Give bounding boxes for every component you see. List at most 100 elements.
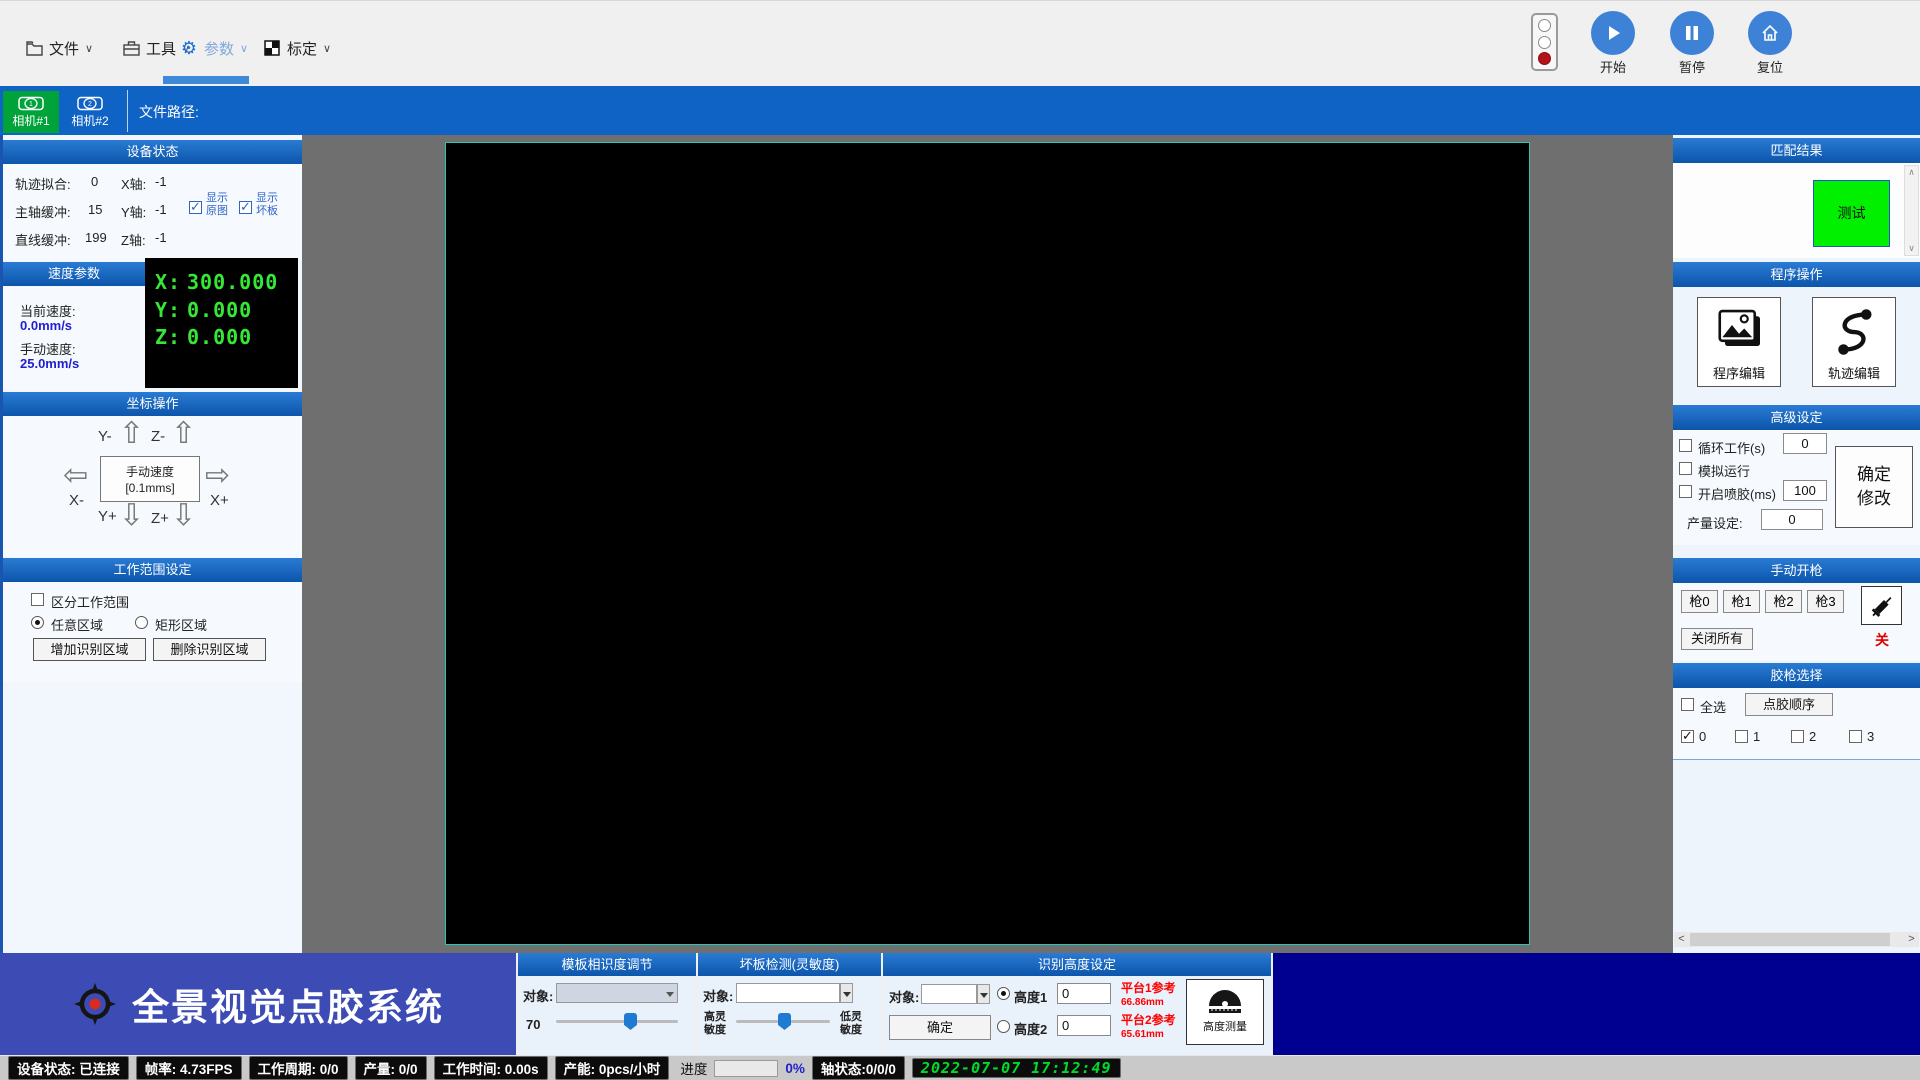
scroll-right-icon[interactable]: > xyxy=(1904,932,1919,947)
jog-x-minus-button[interactable]: ⇦ xyxy=(63,462,88,490)
loop-work-checkbox[interactable] xyxy=(1679,439,1692,452)
hscrollbar-thumb[interactable] xyxy=(1690,933,1890,946)
status-row-label: 主轴缓冲: xyxy=(15,202,71,221)
coordinate-display: X: 300.000 Y: 0.000 Z: 0.000 xyxy=(145,258,298,388)
bad-board-object-dropdown[interactable] xyxy=(736,983,840,1003)
jog-y-minus-button[interactable]: ⇧ xyxy=(119,420,144,448)
gun-select-3-checkbox[interactable] xyxy=(1849,730,1862,743)
show-bad-board-checkbox[interactable] xyxy=(239,201,252,214)
axis-value: -1 xyxy=(155,174,167,189)
platform1-ref-value: 66.86mm xyxy=(1121,996,1164,1009)
height1-input[interactable]: 0 xyxy=(1057,983,1111,1004)
tab-camera-2[interactable]: 2 相机#2 xyxy=(62,91,118,133)
jog-section: 坐标操作 Y- ⇧ Z- ⇧ ⇦ 手动速度 [0.1mms] ⇨ X- X+ Y… xyxy=(3,392,302,556)
scroll-down-icon[interactable]: ∨ xyxy=(1905,243,1918,254)
current-speed-value: 0.0mm/s xyxy=(20,318,72,333)
spray-input[interactable]: 100 xyxy=(1783,480,1827,501)
x-minus-label: X- xyxy=(69,492,84,509)
height1-label: 高度1 xyxy=(1014,987,1047,1006)
toolbar-separator xyxy=(127,90,128,132)
device-status-title: 设备状态 xyxy=(3,140,302,164)
height-panel-title: 识别高度设定 xyxy=(883,953,1271,976)
active-menu-underline xyxy=(163,76,249,84)
track-edit-button[interactable]: 轨迹编辑 xyxy=(1812,297,1896,387)
bad-board-dropdown-button[interactable] xyxy=(840,983,853,1003)
right-panel-hscrollbar[interactable]: < > xyxy=(1674,932,1919,947)
scroll-up-icon[interactable]: ∧ xyxy=(1905,167,1918,178)
lamp-top xyxy=(1538,19,1551,32)
program-edit-button[interactable]: 程序编辑 xyxy=(1697,297,1781,387)
reset-button[interactable]: 复位 xyxy=(1742,11,1798,76)
start-label: 开始 xyxy=(1585,57,1641,76)
loop-work-input[interactable]: 0 xyxy=(1783,433,1827,454)
speed-body: 当前速度: 0.0mm/s 手动速度: 25.0mm/s xyxy=(3,287,145,390)
folder-icon xyxy=(25,39,43,57)
any-region-radio[interactable] xyxy=(31,616,44,629)
height1-radio[interactable] xyxy=(997,987,1010,1000)
yield-setting-input[interactable]: 0 xyxy=(1761,509,1823,530)
dispense-order-button[interactable]: 点胶顺序 xyxy=(1745,693,1833,716)
template-object-dropdown[interactable] xyxy=(556,983,678,1003)
jog-z-plus-button[interactable]: ⇩ xyxy=(171,502,196,530)
match-result-scrollbar[interactable]: ∧ ∨ xyxy=(1904,165,1919,256)
camera-icon: 2 xyxy=(77,96,103,111)
yield-setting-label: 产量设定: xyxy=(1687,513,1743,532)
add-region-button[interactable]: 增加识别区域 xyxy=(33,638,146,661)
syringe-button[interactable] xyxy=(1861,586,1902,625)
height2-radio[interactable] xyxy=(997,1020,1010,1033)
camera-view[interactable] xyxy=(445,142,1530,945)
show-original-checkbox[interactable] xyxy=(189,201,202,214)
gear-icon: ⚙ xyxy=(180,39,198,57)
jog-speed-box: 手动速度 [0.1mms] xyxy=(100,456,200,502)
bad-board-sensitivity-slider[interactable] xyxy=(736,1013,830,1030)
delete-region-button[interactable]: 删除识别区域 xyxy=(153,638,266,661)
divide-range-checkbox[interactable] xyxy=(31,593,44,606)
template-similarity-slider[interactable] xyxy=(556,1013,678,1030)
jog-x-plus-button[interactable]: ⇨ xyxy=(205,462,230,490)
tab-camera-1[interactable]: 1 相机#1 xyxy=(3,91,59,133)
gun-select-body: 全选 点胶顺序 0 1 2 3 xyxy=(1673,688,1920,760)
gun-2-button[interactable]: 枪2 xyxy=(1765,590,1802,613)
work-range-section: 工作范围设定 区分工作范围 任意区域 矩形区域 增加识别区域 删除识别区域 xyxy=(3,558,302,682)
protractor-icon xyxy=(1205,984,1245,1014)
chevron-down-icon: ∨ xyxy=(85,42,93,55)
test-result-item[interactable]: 测试 xyxy=(1813,180,1890,247)
gun-1-button[interactable]: 枪1 xyxy=(1723,590,1760,613)
scroll-left-icon[interactable]: < xyxy=(1674,932,1689,947)
gun-select-0-checkbox[interactable] xyxy=(1681,730,1694,743)
capacity-box: 产能: 0pcs/小时 xyxy=(555,1056,670,1080)
height-confirm-button[interactable]: 确定 xyxy=(889,1015,991,1040)
height2-input[interactable]: 0 xyxy=(1057,1015,1111,1036)
slider-thumb[interactable] xyxy=(624,1013,637,1030)
height-measure-button[interactable]: 高度测量 xyxy=(1186,979,1264,1045)
height-dropdown-button[interactable] xyxy=(977,984,990,1004)
simulate-checkbox[interactable] xyxy=(1679,462,1692,475)
confirm-modify-button[interactable]: 确定修改 xyxy=(1835,446,1913,528)
menu-calibration[interactable]: 标定 ∨ xyxy=(263,33,331,63)
gun-select-1-checkbox[interactable] xyxy=(1735,730,1748,743)
gun-3-button[interactable]: 枪3 xyxy=(1807,590,1844,613)
play-icon xyxy=(1591,11,1635,55)
select-all-label: 全选 xyxy=(1700,697,1726,716)
progress-label: 进度 xyxy=(680,1058,707,1078)
close-all-guns-button[interactable]: 关闭所有 xyxy=(1681,628,1753,650)
jog-z-minus-button[interactable]: ⇧ xyxy=(171,420,196,448)
jog-y-plus-button[interactable]: ⇩ xyxy=(119,502,144,530)
slider-thumb[interactable] xyxy=(778,1013,791,1030)
y-minus-label: Y- xyxy=(98,428,112,445)
advanced-title: 高级设定 xyxy=(1673,405,1920,430)
gun-0-button[interactable]: 枪0 xyxy=(1681,590,1718,613)
menu-file[interactable]: 文件 ∨ xyxy=(25,33,93,63)
menu-params[interactable]: ⚙ 参数 ∨ xyxy=(180,33,248,63)
height-object-dropdown[interactable] xyxy=(921,984,977,1004)
manual-speed-value: 25.0mm/s xyxy=(20,356,79,371)
select-all-checkbox[interactable] xyxy=(1681,698,1694,711)
coord-y-value: 0.000 xyxy=(187,298,252,322)
yield-box: 产量: 0/0 xyxy=(355,1056,427,1080)
start-button[interactable]: 开始 xyxy=(1585,11,1641,76)
rect-region-radio[interactable] xyxy=(135,616,148,629)
jog-speed-line2: [0.1mms] xyxy=(101,480,199,496)
gun-select-2-checkbox[interactable] xyxy=(1791,730,1804,743)
spray-checkbox[interactable] xyxy=(1679,485,1692,498)
pause-button[interactable]: 暂停 xyxy=(1664,11,1720,76)
